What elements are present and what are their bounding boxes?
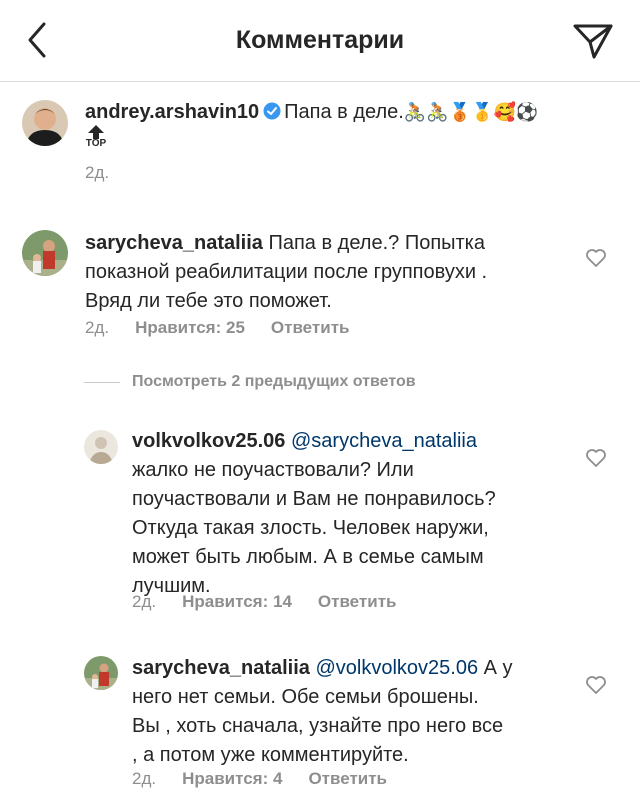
reply-avatar[interactable] <box>84 430 118 464</box>
top-label: TOP <box>85 138 107 149</box>
reply-line: , а потом уже комментируйте. <box>132 744 409 766</box>
reply-line: поучаствовали и Вам не понравилось? <box>132 488 496 510</box>
mention-link[interactable]: @sarycheva_nataliia <box>291 430 477 452</box>
comment-likes[interactable]: Нравится: 25 <box>135 318 245 337</box>
heart-icon[interactable] <box>585 448 607 468</box>
verified-badge-icon <box>263 102 281 120</box>
reply-username[interactable]: sarycheva_nataliia <box>132 657 310 679</box>
comment-time: 2д. <box>85 318 110 337</box>
comment-text: sarycheva_nataliia Папа в деле.? Попытка… <box>85 229 565 316</box>
reply-line: Откуда такая злость. Человек наружи, <box>132 517 489 539</box>
reply-avatar[interactable] <box>84 656 118 690</box>
reply-line: Вы , хоть сначала, узнайте про него все <box>132 715 504 737</box>
page-title: Комментарии <box>235 26 405 54</box>
reply-likes[interactable]: Нравится: 4 <box>182 769 282 788</box>
reply-text: sarycheva_nataliia @volkvolkov25.06 А у … <box>132 654 572 770</box>
header-bar: Комментарии <box>0 0 640 82</box>
caption-body: Папа в деле. <box>284 101 404 123</box>
reply-username[interactable]: volkvolkov25.06 <box>132 430 285 452</box>
heart-icon[interactable] <box>585 675 607 695</box>
caption-time: 2д. <box>85 163 110 182</box>
caption-text: andrey.arshavin10 Папа в деле.🚴🏼🚴🏼🥉🥇🥰⚽️ <box>85 98 538 127</box>
reply-line: жалко не поучаствовали? Или <box>132 459 414 481</box>
reply-likes[interactable]: Нравится: 14 <box>182 592 292 611</box>
caption-avatar[interactable] <box>22 100 68 146</box>
divider-line <box>84 382 120 383</box>
caption-emojis: 🚴🏼🚴🏼🥉🥇🥰⚽️ <box>403 102 539 122</box>
reply-line: может быть любым. А в семье самым <box>132 546 484 568</box>
send-icon[interactable] <box>572 22 614 60</box>
reply-button[interactable]: Ответить <box>308 769 387 788</box>
reply-line: него нет семьи. Обе семьи брошены. <box>132 686 479 708</box>
reply-button[interactable]: Ответить <box>271 318 350 337</box>
reply-line: А у <box>483 657 513 679</box>
mention-link[interactable]: @volkvolkov25.06 <box>315 657 478 679</box>
heart-icon[interactable] <box>585 248 607 268</box>
reply-time: 2д. <box>132 592 157 611</box>
top-badge: TOP <box>85 124 107 154</box>
comment-avatar[interactable] <box>22 230 68 276</box>
view-previous-replies[interactable]: Посмотреть 2 предыдущих ответов <box>132 373 416 391</box>
reply-button[interactable]: Ответить <box>318 592 397 611</box>
caption-username[interactable]: andrey.arshavin10 <box>85 101 259 123</box>
comment-username[interactable]: sarycheva_nataliia <box>85 232 263 254</box>
reply-meta: 2д. Нравится: 14 Ответить <box>132 592 422 612</box>
comment-meta: 2д. Нравится: 25 Ответить <box>85 318 375 338</box>
comment-line: Папа в деле.? Попытка <box>268 232 485 254</box>
reply-time: 2д. <box>132 769 157 788</box>
reply-meta: 2д. Нравится: 4 Ответить <box>132 769 413 789</box>
comment-line: Вряд ли тебе это поможет. <box>85 290 332 312</box>
comment-line: показной реабилитации после групповухи . <box>85 261 488 283</box>
reply-text: volkvolkov25.06 @sarycheva_nataliia жалк… <box>132 427 572 601</box>
